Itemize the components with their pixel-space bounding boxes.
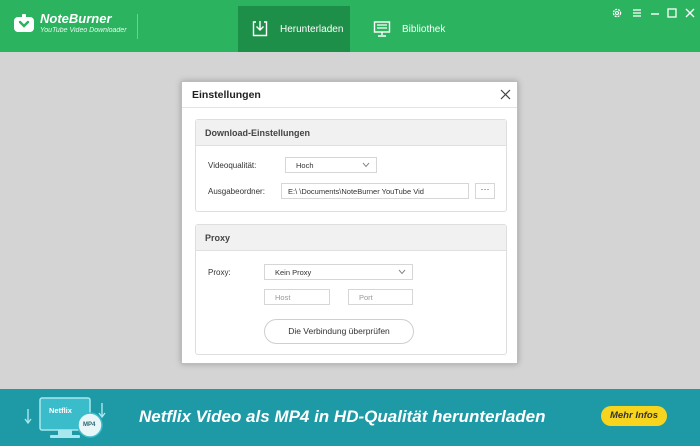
browse-folder-button[interactable]: ···	[475, 183, 495, 199]
app-brand: NoteBurner YouTube Video Downloader	[40, 12, 127, 35]
chevron-down-icon	[362, 162, 370, 168]
minimize-icon[interactable]	[649, 7, 661, 19]
settings-dialog: Einstellungen Download-Einstellungen Vid…	[181, 81, 518, 364]
quality-label: Videoqualität:	[208, 161, 257, 170]
header-divider	[137, 14, 138, 39]
proxy-label: Proxy:	[208, 268, 231, 277]
check-connection-button[interactable]: Die Verbindung überprüfen	[264, 319, 414, 344]
menu-icon[interactable]	[631, 7, 643, 19]
tab-bibliothek-label: Bibliothek	[402, 23, 446, 35]
proxy-select[interactable]: Kein Proxy	[264, 264, 413, 280]
tab-bibliothek[interactable]: Bibliothek	[355, 6, 465, 52]
tab-herunterladen-label: Herunterladen	[280, 23, 344, 35]
quality-value: Hoch	[296, 161, 314, 170]
gear-icon[interactable]	[611, 7, 623, 19]
port-input[interactable]: Port	[348, 289, 413, 305]
app-name: NoteBurner	[40, 11, 112, 26]
proxy-value: Kein Proxy	[275, 268, 312, 277]
window-close-icon[interactable]	[684, 7, 696, 19]
download-settings-title: Download-Einstellungen	[196, 120, 506, 146]
proxy-section: Proxy Proxy: Kein Proxy Host Port Die Ve…	[195, 224, 507, 355]
output-folder-field[interactable]: E:\ \Documents\NoteBurner YouTube Vid	[281, 183, 469, 199]
download-icon	[252, 21, 268, 37]
chevron-down-icon	[398, 269, 406, 275]
output-folder-label: Ausgabeordner:	[208, 187, 265, 196]
banner-art-mp4-label: MP4	[83, 422, 96, 428]
tab-herunterladen[interactable]: Herunterladen	[238, 6, 350, 52]
proxy-section-title: Proxy	[196, 225, 506, 251]
app-header: NoteBurner YouTube Video Downloader Heru…	[0, 0, 700, 52]
dialog-divider	[182, 107, 517, 108]
netflix-mp4-illustration	[24, 397, 106, 438]
maximize-icon[interactable]	[666, 7, 678, 19]
download-settings-section: Download-Einstellungen Videoqualität: Ho…	[195, 119, 507, 212]
host-input[interactable]: Host	[264, 289, 330, 305]
app-logo-icon	[14, 14, 34, 32]
dialog-title: Einstellungen	[192, 89, 261, 101]
promo-banner[interactable]: Netflix MP4 Netflix Video als MP4 in HD-…	[0, 389, 700, 446]
app-subtitle: YouTube Video Downloader	[40, 27, 127, 34]
close-icon[interactable]	[500, 89, 511, 100]
monitor-icon	[373, 21, 391, 37]
quality-select[interactable]: Hoch	[285, 157, 377, 173]
banner-art-netflix-label: Netflix	[49, 406, 72, 415]
more-info-button[interactable]: Mehr Infos	[601, 406, 667, 426]
banner-headline: Netflix Video als MP4 in HD-Qualität her…	[139, 407, 546, 426]
